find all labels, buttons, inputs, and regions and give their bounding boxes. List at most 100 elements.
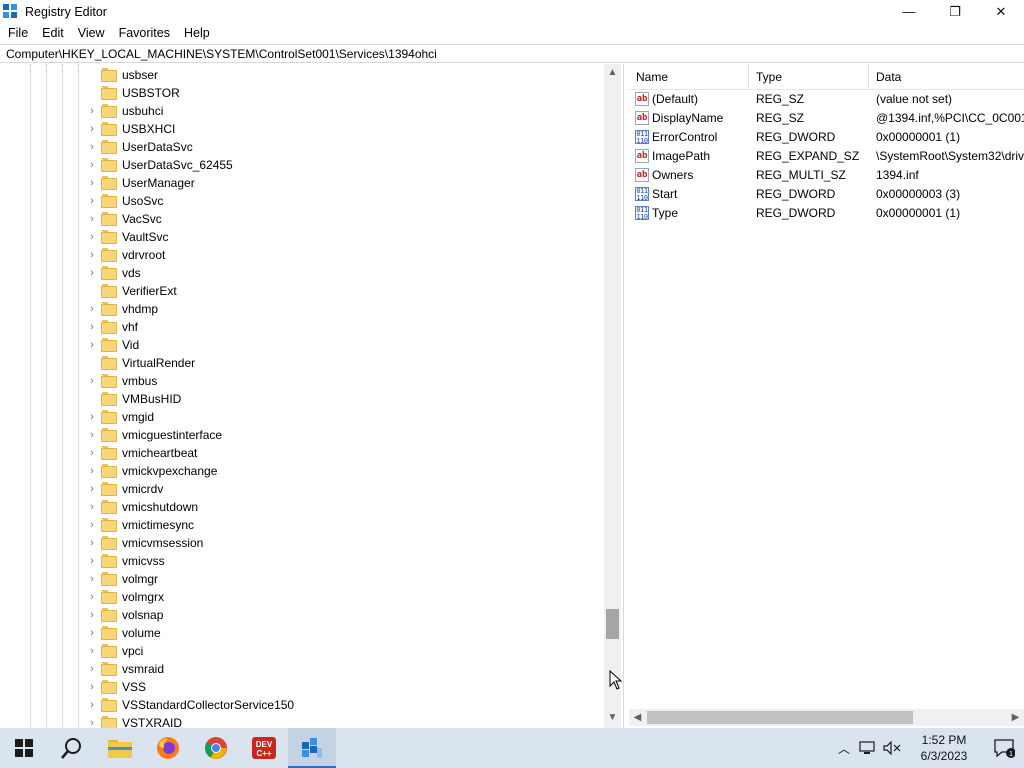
chevron-right-icon[interactable]: › — [87, 210, 97, 228]
chevron-right-icon[interactable]: › — [87, 336, 97, 354]
chevron-right-icon[interactable]: › — [87, 570, 97, 588]
values-horizontal-scrollbar[interactable]: ◀ ▶ — [629, 709, 1024, 726]
tree-item[interactable]: VerifierExt — [0, 282, 600, 300]
chevron-right-icon[interactable]: › — [87, 480, 97, 498]
scroll-left-icon[interactable]: ◀ — [629, 709, 646, 726]
chevron-right-icon[interactable]: › — [87, 516, 97, 534]
tree-item[interactable]: › VaultSvc — [0, 228, 600, 246]
chevron-right-icon[interactable]: › — [87, 138, 97, 156]
tree-item[interactable]: › vmictimesync — [0, 516, 600, 534]
chevron-right-icon[interactable]: › — [87, 714, 97, 728]
chrome-button[interactable] — [192, 728, 240, 768]
tree-item[interactable]: › vmicvss — [0, 552, 600, 570]
minimize-button[interactable]: — — [886, 0, 932, 23]
devcpp-button[interactable]: DEV C++ — [240, 728, 288, 768]
menu-file[interactable]: File — [1, 23, 35, 43]
taskbar-clock[interactable]: 1:52 PM 6/3/2023 — [904, 732, 984, 764]
tree-item[interactable]: › Vid — [0, 336, 600, 354]
chevron-right-icon[interactable]: › — [87, 588, 97, 606]
tree-item[interactable]: › volmgr — [0, 570, 600, 588]
chevron-right-icon[interactable]: › — [87, 426, 97, 444]
tree-item[interactable]: › USBXHCI — [0, 120, 600, 138]
address-bar[interactable]: Computer\HKEY_LOCAL_MACHINE\SYSTEM\Contr… — [0, 44, 1024, 63]
chevron-right-icon[interactable]: › — [87, 156, 97, 174]
tree-item[interactable]: › volume — [0, 624, 600, 642]
tree-item[interactable]: › vmicrdv — [0, 480, 600, 498]
tree-item[interactable]: › vhdmp — [0, 300, 600, 318]
tree-item[interactable]: › vmickvpexchange — [0, 462, 600, 480]
tree-item[interactable]: › vsmraid — [0, 660, 600, 678]
value-row[interactable]: ab ImagePath REG_EXPAND_SZ \SystemRoot\Syst… — [629, 147, 1024, 166]
tree-item[interactable]: › VacSvc — [0, 210, 600, 228]
tree-item[interactable]: › vhf — [0, 318, 600, 336]
chevron-right-icon[interactable]: › — [87, 300, 97, 318]
chevron-right-icon[interactable]: › — [87, 696, 97, 714]
chevron-right-icon[interactable]: › — [87, 246, 97, 264]
search-button[interactable] — [48, 728, 96, 768]
close-button[interactable]: ✕ — [978, 0, 1024, 23]
tree-item[interactable]: › vmicheartbeat — [0, 444, 600, 462]
tree-item[interactable]: USBSTOR — [0, 84, 600, 102]
chevron-right-icon[interactable]: › — [87, 498, 97, 516]
tree-item[interactable]: › UserDataSvc — [0, 138, 600, 156]
tree-item[interactable]: › vmgid — [0, 408, 600, 426]
tree-item[interactable]: › UserManager — [0, 174, 600, 192]
column-header-name[interactable]: Name — [629, 64, 749, 90]
value-row[interactable]: ab DisplayName REG_SZ @1394.inf,%PCI\CC_0C0… — [629, 109, 1024, 128]
value-row[interactable]: ab (Default) REG_SZ (value not set) — [629, 90, 1024, 109]
scroll-right-icon[interactable]: ▶ — [1007, 709, 1024, 726]
scroll-up-icon[interactable]: ▲ — [604, 64, 621, 81]
firefox-button[interactable] — [144, 728, 192, 768]
chevron-right-icon[interactable]: › — [87, 102, 97, 120]
file-explorer-button[interactable] — [96, 728, 144, 768]
restore-button[interactable]: ❐ — [932, 0, 978, 23]
chevron-right-icon[interactable]: › — [87, 228, 97, 246]
tree-item[interactable]: › UserDataSvc_62455 — [0, 156, 600, 174]
chevron-right-icon[interactable]: › — [87, 624, 97, 642]
chevron-right-icon[interactable]: › — [87, 192, 97, 210]
chevron-right-icon[interactable]: › — [87, 462, 97, 480]
tree-item[interactable]: › vmicshutdown — [0, 498, 600, 516]
column-header-type[interactable]: Type — [749, 64, 869, 90]
tree-item[interactable]: › vds — [0, 264, 600, 282]
chevron-right-icon[interactable]: › — [87, 534, 97, 552]
chevron-right-icon[interactable]: › — [87, 174, 97, 192]
values-scroll-thumb[interactable] — [647, 711, 913, 724]
tree-item[interactable]: › volmgrx — [0, 588, 600, 606]
chevron-right-icon[interactable]: › — [87, 120, 97, 138]
chevron-right-icon[interactable]: › — [87, 606, 97, 624]
tree-item[interactable]: › UsoSvc — [0, 192, 600, 210]
start-button[interactable] — [0, 728, 48, 768]
value-row[interactable]: 011 110 ErrorControl REG_DWORD 0x00000001 (1… — [629, 128, 1024, 147]
chevron-right-icon[interactable]: › — [87, 318, 97, 336]
values-pane[interactable]: Name Type Data ab (Default) REG_SZ (value n… — [629, 64, 1024, 728]
tree-item[interactable]: › vmbus — [0, 372, 600, 390]
tree-item[interactable]: › usbuhci — [0, 102, 600, 120]
chevron-right-icon[interactable]: › — [87, 264, 97, 282]
chevron-right-icon[interactable]: › — [87, 678, 97, 696]
chevron-right-icon[interactable]: › — [87, 552, 97, 570]
value-row[interactable]: 011 110 Type REG_DWORD 0x00000001 (1) — [629, 204, 1024, 223]
tree-item[interactable]: › vmicguestinterface — [0, 426, 600, 444]
menu-edit[interactable]: Edit — [35, 23, 71, 43]
tree-item[interactable]: › vdrvroot — [0, 246, 600, 264]
chevron-right-icon[interactable]: › — [87, 408, 97, 426]
column-header-data[interactable]: Data — [869, 64, 1024, 90]
tree-item[interactable]: › vmicvmsession — [0, 534, 600, 552]
chevron-right-icon[interactable]: › — [87, 660, 97, 678]
tree-item[interactable]: › VSTXRAID — [0, 714, 600, 728]
chevron-right-icon[interactable]: › — [87, 444, 97, 462]
tree-vertical-scrollbar[interactable]: ▲ ▼ — [604, 64, 621, 728]
network-button[interactable] — [856, 728, 880, 768]
tree-item[interactable]: usbser — [0, 66, 600, 84]
action-center-button[interactable]: 1 — [984, 728, 1024, 768]
tree-item[interactable]: VirtualRender — [0, 354, 600, 372]
value-row[interactable]: 011 110 Start REG_DWORD 0x00000003 (3) — [629, 185, 1024, 204]
menu-favorites[interactable]: Favorites — [112, 23, 177, 43]
chevron-right-icon[interactable]: › — [87, 372, 97, 390]
tree-item[interactable]: VMBusHID — [0, 390, 600, 408]
tree-item[interactable]: › volsnap — [0, 606, 600, 624]
tree-item[interactable]: › VSStandardCollectorService150 — [0, 696, 600, 714]
registry-editor-taskbar-button[interactable] — [288, 728, 336, 768]
show-hidden-icons-button[interactable]: ︿ — [832, 728, 856, 768]
